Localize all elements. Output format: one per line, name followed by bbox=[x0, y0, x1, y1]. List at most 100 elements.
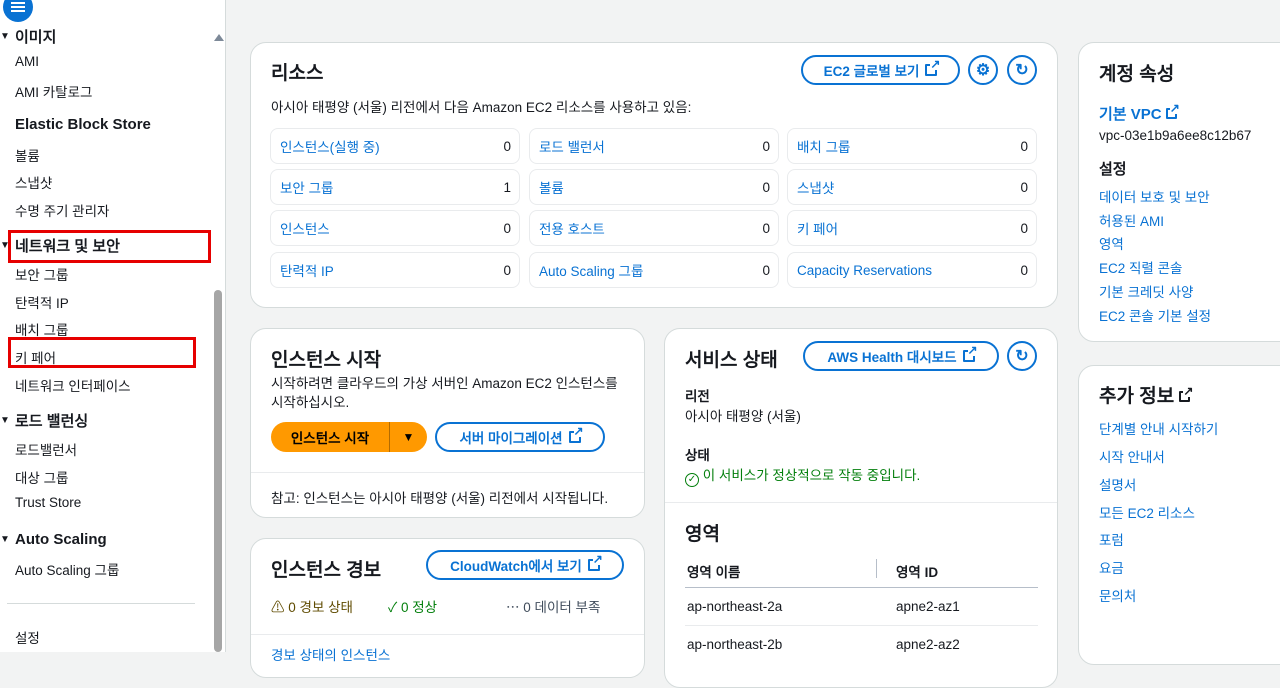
more-info-link[interactable]: 요금 bbox=[1099, 557, 1124, 577]
account-setting-link[interactable]: EC2 콘솔 기본 설정 bbox=[1099, 305, 1211, 325]
resource-cell: 인스턴스 0 bbox=[270, 210, 520, 246]
nav-item-ami[interactable]: AMI bbox=[15, 54, 39, 69]
ok-state-count[interactable]: ✓ 0 정상 bbox=[388, 596, 437, 616]
alarm-instances-link[interactable]: 경보 상태의 인스턴스 bbox=[271, 644, 390, 664]
scroll-up-arrow-icon[interactable] bbox=[214, 34, 224, 41]
resource-link[interactable]: 탄력적 IP bbox=[280, 260, 334, 280]
launch-instance-button[interactable]: 인스턴스 시작 bbox=[271, 422, 390, 452]
resource-cell: 배치 그룹 0 bbox=[787, 128, 1037, 164]
nav-item-settings[interactable]: 설정 bbox=[15, 627, 40, 647]
nav-item-elastic-ip[interactable]: 탄력적 IP bbox=[15, 292, 69, 312]
nav-section-auto-scaling[interactable]: ▼ Auto Scaling bbox=[0, 531, 107, 548]
resource-count: 0 bbox=[762, 179, 770, 195]
zone-row-name: ap-northeast-2b bbox=[687, 637, 783, 652]
resource-link[interactable]: Capacity Reservations bbox=[797, 263, 932, 278]
resource-link[interactable]: 로드 밸런서 bbox=[539, 136, 605, 156]
resource-count: 0 bbox=[762, 138, 770, 154]
resource-cell: 보안 그룹 1 bbox=[270, 169, 520, 205]
refresh-health-button[interactable]: ↻ bbox=[1007, 341, 1037, 371]
refresh-resources-button[interactable]: ↻ bbox=[1007, 55, 1037, 85]
nav-item-load-balancers[interactable]: 로드밸런서 bbox=[15, 439, 77, 459]
account-setting-link[interactable]: 기본 크레딧 사양 bbox=[1099, 281, 1193, 301]
external-link-icon bbox=[587, 553, 603, 571]
nav-item-trust-store[interactable]: Trust Store bbox=[15, 495, 81, 510]
resource-link[interactable]: 인스턴스 bbox=[280, 218, 330, 238]
nav-item-security-groups[interactable]: 보안 그룹 bbox=[15, 264, 68, 284]
zones-col-id: 영역 ID bbox=[896, 565, 939, 580]
launch-split-button: 인스턴스 시작 ▼ bbox=[271, 422, 427, 452]
resource-count: 0 bbox=[762, 262, 770, 278]
cloudwatch-view-button[interactable]: CloudWatch에서 보기 bbox=[426, 550, 624, 580]
zone-row-id: apne2-az2 bbox=[896, 637, 960, 652]
sidebar-divider bbox=[7, 603, 195, 604]
sidebar: ▼ 이미지 AMI AMI 카탈로그 Elastic Block Store 볼륨… bbox=[0, 0, 226, 652]
resource-cell: 스냅샷 0 bbox=[787, 169, 1037, 205]
account-attributes-title: 계정 속성 bbox=[1099, 64, 1175, 85]
ec2-global-view-button[interactable]: EC2 글로벌 보기 bbox=[801, 55, 960, 85]
nav-item-placement-groups[interactable]: 배치 그룹 bbox=[15, 319, 68, 339]
resource-link[interactable]: 키 페어 bbox=[797, 218, 838, 238]
resource-link[interactable]: 전용 호스트 bbox=[539, 218, 605, 238]
warning-icon: ⚠ bbox=[271, 600, 285, 615]
external-link-icon bbox=[1165, 102, 1180, 119]
service-health-title: 서비스 상태 bbox=[685, 350, 778, 371]
resources-subtitle: 아시아 태평양 (서울) 리전에서 다음 Amazon EC2 리소스를 사용하… bbox=[271, 100, 692, 115]
zones-header-divider bbox=[685, 587, 1038, 588]
more-info-link[interactable]: 포럼 bbox=[1099, 529, 1124, 549]
nav-section-images[interactable]: ▼ 이미지 bbox=[0, 26, 56, 47]
more-info-link[interactable]: 시작 안내서 bbox=[1099, 446, 1165, 466]
zone-row-id: apne2-az1 bbox=[896, 599, 960, 614]
resource-count: 0 bbox=[1020, 220, 1028, 236]
caret-down-icon: ▼ bbox=[0, 31, 10, 42]
account-setting-link[interactable]: 영역 bbox=[1099, 233, 1124, 253]
insufficient-data-count[interactable]: ⋯ 0 데이터 부족 bbox=[506, 596, 600, 616]
highlight-box-network-security bbox=[8, 230, 211, 263]
resource-cell: 전용 호스트 0 bbox=[529, 210, 779, 246]
nav-item-lifecycle-manager[interactable]: 수명 주기 관리자 bbox=[15, 200, 109, 220]
more-info-link[interactable]: 설명서 bbox=[1099, 474, 1136, 494]
launch-dropdown-button[interactable]: ▼ bbox=[390, 422, 427, 452]
more-info-title: 추가 정보 bbox=[1099, 381, 1194, 408]
nav-item-target-groups[interactable]: 대상 그룹 bbox=[15, 467, 68, 487]
nav-item-snapshots[interactable]: 스냅샷 bbox=[15, 172, 52, 192]
launch-note: 참고: 인스턴스는 아시아 태평양 (서울) 리전에서 시작됩니다. bbox=[271, 491, 609, 506]
nav-item-volumes[interactable]: 볼륨 bbox=[15, 145, 40, 165]
account-setting-link[interactable]: 데이터 보호 및 보안 bbox=[1099, 186, 1210, 206]
resource-link[interactable]: 배치 그룹 bbox=[797, 136, 850, 156]
aws-health-dashboard-button[interactable]: AWS Health 대시보드 bbox=[803, 341, 999, 371]
resource-link[interactable]: 보안 그룹 bbox=[280, 177, 333, 197]
status-label: 상태 bbox=[685, 448, 710, 463]
resource-cell: Auto Scaling 그룹 0 bbox=[529, 252, 779, 288]
more-info-link[interactable]: 단계별 안내 시작하기 bbox=[1099, 418, 1218, 438]
sidebar-scrollbar-thumb[interactable] bbox=[214, 290, 222, 652]
menu-icon[interactable] bbox=[3, 0, 33, 22]
account-setting-link[interactable]: 허용된 AMI bbox=[1099, 210, 1164, 230]
caret-down-icon: ▼ bbox=[0, 534, 10, 545]
resource-link[interactable]: 스냅샷 bbox=[797, 177, 834, 197]
resource-link[interactable]: 볼륨 bbox=[539, 177, 564, 197]
alarms-divider bbox=[251, 634, 644, 635]
alarm-state-count[interactable]: ⚠ 0 경보 상태 bbox=[271, 596, 353, 616]
account-setting-link[interactable]: EC2 직렬 콘솔 bbox=[1099, 257, 1182, 277]
launch-title: 인스턴스 시작 bbox=[271, 350, 382, 371]
region-label: 리전 bbox=[685, 389, 710, 404]
more-info-link[interactable]: 문의처 bbox=[1099, 585, 1136, 605]
nav-item-auto-scaling-groups[interactable]: Auto Scaling 그룹 bbox=[15, 559, 119, 579]
external-link-icon bbox=[1179, 385, 1194, 402]
external-link-icon bbox=[962, 344, 978, 362]
column-separator bbox=[876, 559, 877, 578]
default-vpc-link[interactable]: 기본 VPC bbox=[1099, 102, 1180, 124]
resource-cell: 볼륨 0 bbox=[529, 169, 779, 205]
server-migration-button[interactable]: 서버 마이그레이션 bbox=[435, 422, 605, 452]
nav-section-load-balancing[interactable]: ▼ 로드 밸런싱 bbox=[0, 410, 88, 431]
resource-link[interactable]: 인스턴스(실행 중) bbox=[280, 136, 380, 156]
more-info-link[interactable]: 모든 EC2 리소스 bbox=[1099, 502, 1195, 522]
nav-item-ami-catalog[interactable]: AMI 카탈로그 bbox=[15, 81, 92, 101]
zones-row-divider bbox=[685, 625, 1038, 626]
resource-link[interactable]: Auto Scaling 그룹 bbox=[539, 260, 643, 280]
nav-section-ebs[interactable]: Elastic Block Store bbox=[0, 116, 151, 133]
resource-cell: 키 페어 0 bbox=[787, 210, 1037, 246]
settings-gear-button[interactable]: ⚙ bbox=[968, 55, 998, 85]
resource-count: 0 bbox=[503, 220, 511, 236]
nav-item-network-interfaces[interactable]: 네트워크 인터페이스 bbox=[15, 375, 131, 395]
